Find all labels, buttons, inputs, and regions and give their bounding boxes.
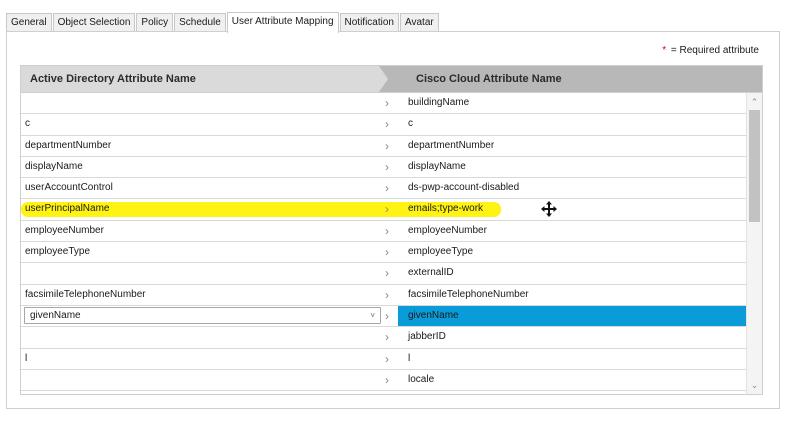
- chevron-right-icon: ›: [385, 287, 389, 302]
- cisco-cloud-attribute-cell: l: [408, 352, 411, 364]
- ad-attribute-cell[interactable]: c: [25, 114, 30, 134]
- cisco-cloud-attribute-cell: givenName: [408, 309, 459, 321]
- mapping-row[interactable]: › locale: [21, 370, 746, 392]
- chevron-right-icon: ›: [385, 159, 389, 174]
- cisco-cloud-attribute-cell: c: [408, 118, 413, 130]
- mapping-row[interactable]: userPrincipalName › emails;type-work: [21, 199, 746, 221]
- mapping-row[interactable]: c › c: [21, 114, 746, 136]
- mapping-row[interactable]: givenName ˅ › givenName: [21, 305, 746, 328]
- chevron-right-icon: ›: [385, 138, 389, 153]
- mapping-row[interactable]: employeeNumber › employeeNumber: [21, 221, 746, 243]
- mapping-row[interactable]: › buildingName: [21, 93, 746, 115]
- cisco-cloud-attribute-cell: emails;type-work: [408, 203, 484, 215]
- cisco-cloud-attribute-cell: jabberID: [408, 331, 446, 343]
- mapping-row[interactable]: › externalID: [21, 263, 746, 285]
- column-header-ad: Active Directory Attribute Name: [30, 73, 196, 85]
- scroll-up-arrow-icon[interactable]: ⌃: [747, 95, 762, 109]
- tab-schedule[interactable]: Schedule: [174, 13, 226, 32]
- mapping-row[interactable]: employeeType › employeeType: [21, 242, 746, 264]
- move-cursor-icon: [541, 201, 557, 217]
- ad-attribute-cell[interactable]: displayName: [25, 157, 83, 177]
- ad-attribute-cell[interactable]: facsimileTelephoneNumber: [25, 285, 146, 305]
- chevron-right-icon: ›: [385, 245, 389, 260]
- mapping-row[interactable]: › jabberID: [21, 327, 746, 349]
- grid-rows: › buildingName c › c departmentNumber › departm…: [21, 93, 746, 392]
- ad-attribute-cell[interactable]: userPrincipalName: [25, 199, 109, 219]
- cisco-cloud-attribute-cell: facsimileTelephoneNumber: [408, 288, 529, 300]
- chevron-right-icon: ›: [385, 266, 389, 281]
- cisco-cloud-attribute-cell: buildingName: [408, 97, 470, 108]
- chevron-right-icon: ›: [385, 202, 389, 217]
- grid-body[interactable]: › buildingName c › c departmentNumber › departm…: [20, 93, 763, 395]
- dropdown-caret-icon[interactable]: ˅: [370, 308, 375, 323]
- ad-attribute-cell[interactable]: l: [25, 349, 27, 369]
- ad-attribute-cell[interactable]: employeeNumber: [25, 221, 104, 241]
- ad-attribute-cell[interactable]: employeeType: [25, 242, 90, 262]
- tab-avatar[interactable]: Avatar: [399, 13, 439, 32]
- dropdown-value: givenName: [30, 309, 81, 321]
- chevron-right-icon: ›: [385, 96, 389, 110]
- cisco-cloud-attribute-cell: externalID: [408, 267, 454, 279]
- mapping-row[interactable]: displayName › displayName: [21, 157, 746, 179]
- tab-bar: General Object Selection Policy Schedule…: [6, 12, 440, 33]
- cisco-cloud-attribute-cell: departmentNumber: [408, 139, 495, 151]
- cisco-cloud-attribute-cell: displayName: [408, 160, 466, 172]
- grid-header: Active Directory Attribute Name Cisco Cl…: [20, 65, 763, 93]
- cisco-cloud-attribute-cell: employeeNumber: [408, 224, 487, 236]
- tab-object-selection[interactable]: Object Selection: [52, 13, 136, 32]
- chevron-right-icon: ›: [385, 117, 389, 132]
- cisco-cloud-attribute-cell: ds-pwp-account-disabled: [408, 182, 520, 194]
- mapping-row[interactable]: l › l: [21, 349, 746, 370]
- tab-user-attribute-mapping[interactable]: User Attribute Mapping: [226, 12, 339, 33]
- tab-general[interactable]: General: [6, 13, 52, 32]
- tab-notification[interactable]: Notification: [339, 13, 399, 32]
- attribute-mapping-grid: Active Directory Attribute Name Cisco Cl…: [20, 65, 763, 395]
- chevron-right-icon: ›: [385, 308, 389, 323]
- attribute-mapping-panel: * = Required attribute Active Directory …: [6, 31, 780, 409]
- scroll-down-arrow-icon[interactable]: ⌄: [747, 378, 762, 392]
- mapping-row[interactable]: facsimileTelephoneNumber › facsimileTeleph…: [21, 285, 746, 306]
- chevron-right-icon: ›: [385, 223, 389, 238]
- chevron-right-icon: ›: [385, 181, 389, 196]
- tab-policy[interactable]: Policy: [136, 13, 174, 32]
- cisco-cloud-attribute-cell: locale: [408, 373, 435, 385]
- chevron-right-icon: ›: [385, 372, 389, 387]
- column-header-cisco-cloud: Cisco Cloud Attribute Name: [379, 66, 762, 92]
- mapping-row[interactable]: departmentNumber › departmentNumber: [21, 136, 746, 157]
- cisco-cloud-attribute-cell: employeeType: [408, 246, 474, 258]
- required-star-icon: *: [662, 45, 667, 56]
- chevron-right-icon: ›: [385, 330, 389, 345]
- mapping-row[interactable]: userAccountControl › ds-pwp-account-disabl…: [21, 178, 746, 200]
- required-attribute-note: * = Required attribute: [662, 45, 759, 56]
- chevron-right-icon: ›: [385, 351, 389, 366]
- vertical-scrollbar[interactable]: ⌃ ⌄: [746, 93, 762, 394]
- ad-attribute-cell[interactable]: departmentNumber: [25, 136, 111, 156]
- scrollbar-thumb[interactable]: [749, 110, 760, 222]
- required-note-text: = Required attribute: [670, 45, 759, 56]
- ad-attribute-dropdown[interactable]: givenName ˅: [24, 306, 381, 324]
- ad-attribute-cell[interactable]: userAccountControl: [25, 178, 113, 198]
